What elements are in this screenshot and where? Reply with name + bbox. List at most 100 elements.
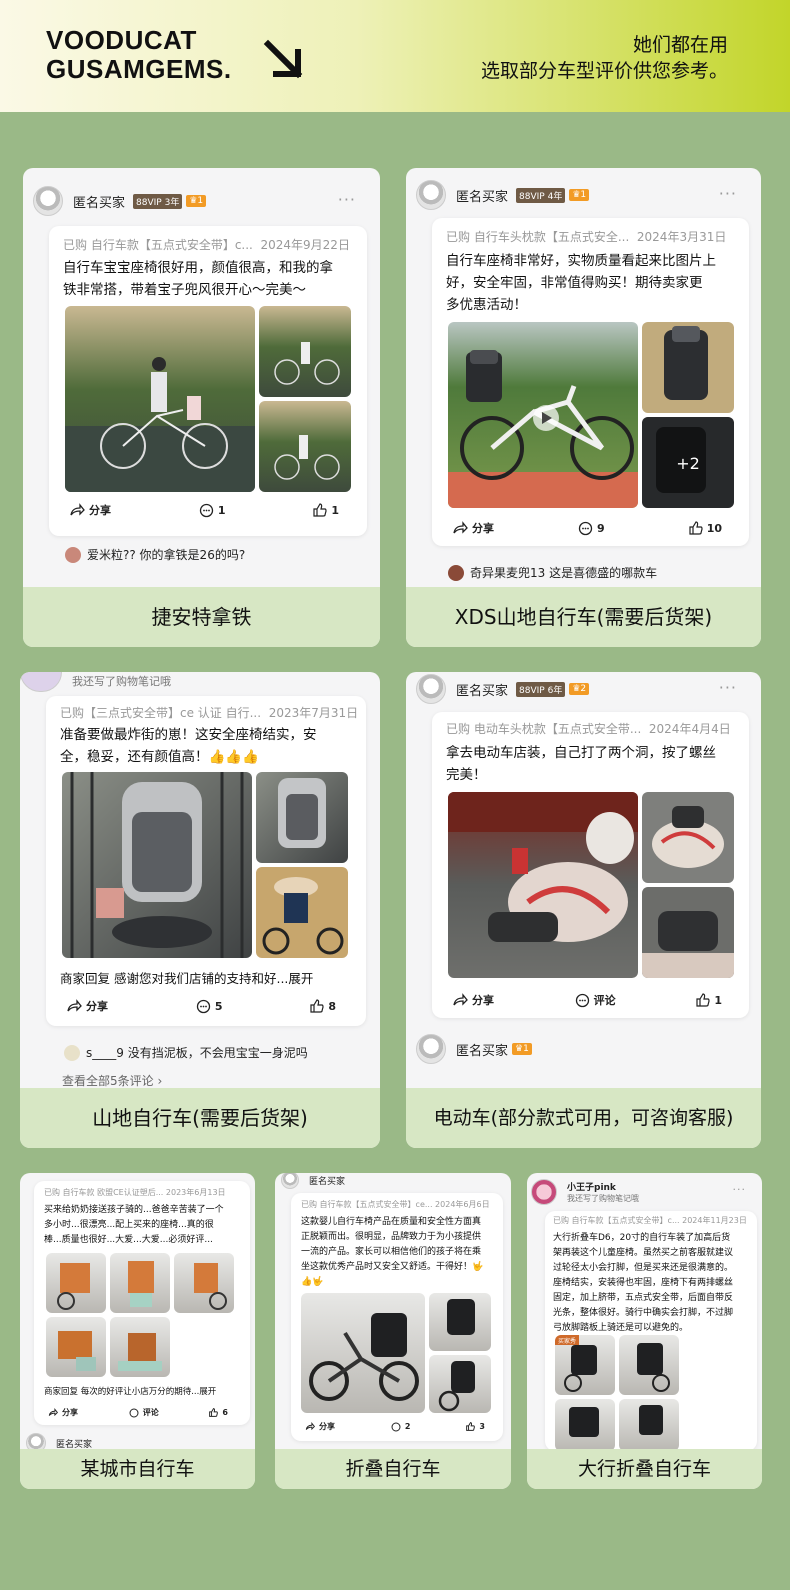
action-bar: 分享 2 3 [305, 1421, 485, 1432]
review-date: 2024年3月31日 [636, 230, 727, 244]
review-body: 已购 电动车头枕款【五点式安全带... 2024年4月4日 拿去电动车店装，自己… [432, 712, 749, 1018]
top-note: 我还写了购物笔记哦 [72, 675, 171, 688]
comment-button[interactable]: 5 [196, 999, 223, 1014]
review-photo[interactable] [259, 306, 351, 397]
share-button[interactable]: 分享 [452, 992, 494, 1008]
comment-button[interactable]: 9 [578, 521, 605, 536]
comment-button[interactable]: 评论 [575, 992, 616, 1008]
share-button[interactable]: 分享 [69, 502, 111, 518]
comment-preview[interactable]: 爱米粒?? 你的拿铁是26的吗? [65, 546, 245, 563]
share-icon [453, 521, 468, 534]
review-photo[interactable] [46, 1317, 106, 1377]
merchant-reply[interactable]: 商家回复 每次的好评让小店万分的期待...展开 [44, 1385, 216, 1400]
comment-button[interactable]: 1 [199, 503, 226, 518]
review-photo[interactable] [642, 887, 734, 978]
user-header: 匿名买家 88VIP 3年 ♛1 [33, 186, 207, 216]
view-all-comments-link[interactable]: 查看全部5条评论 › [62, 1072, 162, 1089]
avatar [416, 1034, 446, 1064]
review-photo[interactable] [642, 792, 734, 883]
review-body: 已购 自行车款 欧盟CE认证塑后... 2023年6月13日 买来给奶奶接送孩子… [34, 1181, 250, 1425]
username: 匿名买家 [56, 1439, 93, 1450]
review-photo[interactable]: +2 [642, 417, 734, 508]
review-photo[interactable] [62, 772, 252, 958]
like-button[interactable]: 8 [310, 999, 336, 1013]
review-photo[interactable]: 买家秀 [555, 1335, 615, 1395]
review-card[interactable]: 匿名买家 88VIP 6年 ♛2 ··· 已购 电动车头枕款【五点式安全带...… [406, 672, 761, 1148]
review-card[interactable]: 小王子pink 我还写了购物笔记哦 ··· 已购 自行车款【五点式安全带】c..… [527, 1173, 762, 1489]
like-button[interactable]: 10 [689, 521, 722, 535]
review-photo[interactable] [448, 792, 638, 978]
comment-preview[interactable]: 奇异果麦兜13 这是喜德盛的哪款车 [448, 564, 657, 581]
action-bar: 分享 评论 1 [452, 992, 722, 1008]
avatar [33, 186, 63, 216]
user-header: 匿名买家 88VIP 6年 ♛2 [416, 674, 590, 704]
purchase-meta: 已购 自行车款【五点式安全带】ce... 2024年6月6日 [301, 1200, 490, 1209]
review-photo[interactable] [619, 1399, 679, 1451]
more-icon[interactable]: ··· [719, 184, 737, 203]
like-button[interactable]: 3 [466, 1422, 485, 1431]
review-photo[interactable] [256, 772, 348, 863]
review-date: 2024年6月6日 [435, 1200, 490, 1209]
review-photo[interactable] [429, 1355, 491, 1413]
review-card[interactable]: 匿名买家 已购 自行车款【五点式安全带】ce... 2024年6月6日 这款婴儿… [275, 1173, 511, 1489]
bike-caption: 折叠自行车 [275, 1449, 511, 1489]
share-button[interactable]: 分享 [305, 1421, 335, 1432]
share-button[interactable]: 分享 [452, 520, 494, 536]
review-photo[interactable] [555, 1399, 615, 1451]
review-photo[interactable] [110, 1317, 170, 1377]
review-photo[interactable] [110, 1253, 170, 1313]
share-button[interactable]: 分享 [66, 998, 108, 1014]
like-button[interactable]: 6 [209, 1408, 228, 1417]
more-icon[interactable]: ··· [733, 1183, 747, 1196]
review-text: 自行车宝宝座椅很好用，颜值很高，和我的拿 铁非常搭，带着宝子兜风很开心～完美～ [63, 260, 333, 298]
comment-preview[interactable]: s____9 没有挡泥板，不会甩宝宝一身泥吗 [64, 1044, 308, 1061]
brand-line1: VOODUCAT [46, 25, 197, 55]
user-header: 匿名买家 [281, 1173, 345, 1189]
review-photo[interactable] [619, 1335, 679, 1395]
vip-badge: 88VIP 3年 [133, 193, 183, 209]
review-card[interactable]: 我还写了购物笔记哦 已购【三点式安全带】ce 认证 自行... 2023年7月3… [20, 672, 380, 1148]
vip-badge: 88VIP 6年 [516, 681, 566, 697]
bike-caption: 山地自行车(需要后货架) [20, 1088, 380, 1148]
comment-button[interactable]: 评论 [129, 1407, 159, 1418]
comment-icon [129, 1408, 139, 1417]
share-button[interactable]: 分享 [48, 1407, 78, 1418]
review-photo[interactable] [65, 306, 255, 492]
comment-icon [196, 999, 210, 1013]
purchase-meta: 已购 电动车头枕款【五点式安全带... 2024年4月4日 [446, 722, 731, 736]
user-header: 我还写了购物笔记哦 [20, 672, 171, 692]
action-bar: 分享 9 10 [452, 520, 722, 536]
comment-icon [575, 993, 589, 1007]
review-card[interactable]: 匿名买家 88VIP 3年 ♛1 ··· 已购 自行车款【五点式安全带】c...… [23, 168, 380, 647]
purchase-meta: 已购 自行车款 欧盟CE认证塑后... 2023年6月13日 [44, 1188, 226, 1197]
thumb-up-icon [696, 993, 710, 1007]
review-photo[interactable] [301, 1293, 425, 1413]
review-text: 准备要做最炸街的崽！这安全座椅结实，安 全，稳妥，还有颜值高！👍👍👍 [60, 727, 317, 765]
like-button[interactable]: 1 [696, 993, 722, 1007]
comment-button[interactable]: 2 [391, 1422, 411, 1432]
more-icon[interactable]: ··· [338, 190, 356, 209]
review-photo[interactable] [642, 322, 734, 413]
review-photo[interactable] [46, 1253, 106, 1313]
more-photos-count: +2 [676, 454, 700, 473]
review-card[interactable]: 已购 自行车款 欧盟CE认证塑后... 2023年6月13日 买来给奶奶接送孩子… [20, 1173, 255, 1489]
review-text: 大行折叠车D6，20寸的自行车装了加高后货 架再装这个儿童座椅。虽然买之前客服就建… [553, 1233, 734, 1333]
action-bar: 分享 1 1 [69, 502, 339, 518]
like-button[interactable]: 1 [313, 503, 339, 517]
review-photo[interactable] [256, 867, 348, 958]
review-photo[interactable] [174, 1253, 234, 1313]
review-photo[interactable] [259, 401, 351, 492]
thumb-up-icon [313, 503, 327, 517]
merchant-reply[interactable]: 商家回复 感谢您对我们店铺的支持和好...展开 [60, 968, 313, 990]
brand-logo: VOODUCAT GUSAMGEMS. [46, 26, 232, 84]
bike-caption: XDS山地自行车(需要后货架) [406, 587, 761, 647]
review-photo[interactable] [429, 1293, 491, 1351]
vip-badge: 88VIP 4年 [516, 187, 566, 203]
review-body: 已购 自行车款【五点式安全带】ce... 2024年6月6日 这款婴儿自行车椅产… [291, 1193, 503, 1441]
avatar [416, 674, 446, 704]
review-date: 2024年4月4日 [648, 722, 731, 736]
review-photo[interactable] [448, 322, 638, 508]
review-card[interactable]: 匿名买家 88VIP 4年 ♛1 ··· 已购 自行车头枕款【五点式安全... … [406, 168, 761, 647]
more-icon[interactable]: ··· [719, 678, 737, 697]
review-body: 已购 自行车款【五点式安全带】c... 2024年9月22日 自行车宝宝座椅很好… [49, 226, 367, 536]
